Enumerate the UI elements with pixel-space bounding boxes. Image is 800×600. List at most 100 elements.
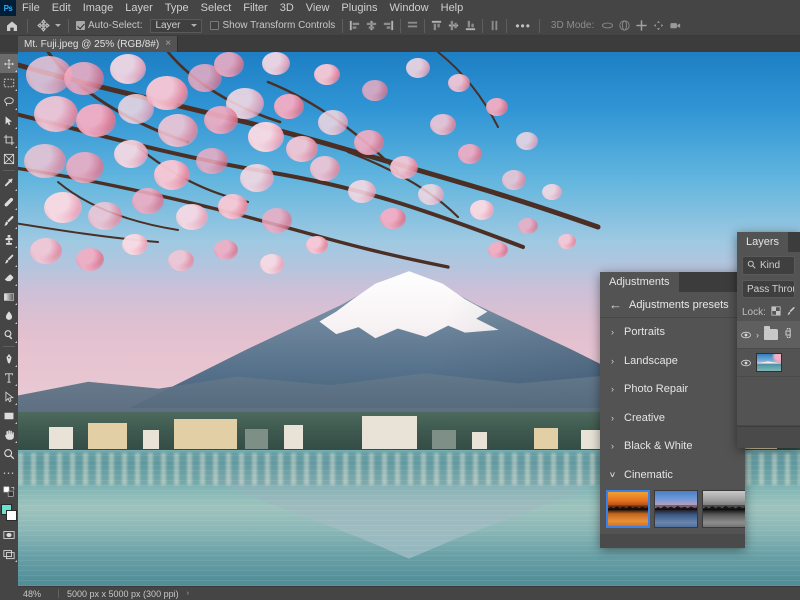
menu-item-file[interactable]: File — [16, 0, 46, 16]
cinematic-preset-3[interactable] — [702, 490, 745, 528]
distribute-vertically-button[interactable] — [486, 18, 503, 34]
menu-item-help[interactable]: Help — [435, 0, 470, 16]
blend-mode-dropdown[interactable]: Pass Through — [742, 280, 795, 298]
menu-item-3d[interactable]: 3D — [274, 0, 300, 16]
layer-thumbnail[interactable] — [756, 353, 782, 372]
path-selection-tool[interactable] — [0, 387, 18, 406]
auto-select-check-icon[interactable] — [76, 21, 85, 30]
auto-select-scope-dropdown[interactable]: Layer — [146, 16, 206, 36]
3d-pan-icon[interactable] — [633, 18, 650, 34]
align-horizontal-centers-button[interactable] — [363, 18, 380, 34]
menu-item-image[interactable]: Image — [77, 0, 120, 16]
adjustments-category-creative[interactable]: › Creative — [600, 404, 745, 433]
auto-select-checkbox[interactable]: Auto-Select: — [72, 16, 146, 36]
blossom-cluster — [24, 144, 66, 179]
cinematic-preset-1[interactable] — [606, 490, 650, 528]
align-left-edges-button[interactable] — [346, 18, 363, 34]
brush-tool[interactable] — [0, 211, 18, 230]
3d-slide-icon[interactable] — [650, 18, 667, 34]
chevron-right-icon[interactable]: › — [609, 356, 616, 366]
color-swatches[interactable] — [0, 503, 18, 525]
gradient-tool[interactable] — [0, 287, 18, 306]
tool-preset-chevron-icon[interactable] — [55, 24, 61, 27]
home-button[interactable] — [0, 16, 24, 36]
status-expand-chevron-icon[interactable]: › — [187, 590, 189, 597]
chevron-right-icon[interactable]: › — [609, 413, 616, 423]
cinematic-preset-2[interactable] — [654, 490, 698, 528]
menu-item-select[interactable]: Select — [195, 0, 238, 16]
options-separator-5 — [424, 18, 426, 33]
chevron-right-icon[interactable]: › — [609, 384, 616, 394]
zoom-level[interactable]: 48% — [18, 589, 58, 599]
menu-item-plugins[interactable]: Plugins — [335, 0, 383, 16]
layer-row[interactable] — [737, 349, 800, 377]
menu-item-filter[interactable]: Filter — [237, 0, 273, 16]
menu-item-layer[interactable]: Layer — [119, 0, 159, 16]
3d-orbit-icon[interactable] — [599, 18, 616, 34]
adjustments-category-black-white[interactable]: › Black & White — [600, 432, 745, 461]
document-tab[interactable]: Mt. Fuji.jpeg @ 25% (RGB/8#) × — [18, 36, 179, 52]
flyout-indicator — [15, 403, 17, 405]
align-right-edges-button[interactable] — [380, 18, 397, 34]
adjustments-presets-header[interactable]: ← Adjustments presets — [600, 292, 745, 318]
back-arrow-icon[interactable]: ← — [609, 298, 622, 311]
screen-mode-button[interactable] — [0, 544, 18, 563]
align-top-edges-button[interactable] — [428, 18, 445, 34]
show-transform-controls-checkbox[interactable]: Show Transform Controls — [206, 16, 339, 36]
adjustments-category-portraits[interactable]: › Portraits — [600, 318, 745, 347]
lock-label: Lock: — [742, 306, 766, 318]
default-colors-button[interactable] — [0, 482, 18, 501]
menu-item-window[interactable]: Window — [384, 0, 435, 16]
eraser-tool[interactable] — [0, 268, 18, 287]
show-transform-check-icon[interactable] — [210, 21, 220, 30]
crop-tool[interactable] — [0, 130, 18, 149]
toolbar-more-icon: ⋯ — [2, 465, 16, 480]
3d-roll-icon[interactable] — [616, 18, 633, 34]
brush-lock-icon[interactable] — [786, 306, 796, 319]
type-tool[interactable] — [0, 368, 18, 387]
layer-row[interactable]: › — [737, 321, 800, 349]
move-tool[interactable] — [0, 54, 18, 73]
eyedropper-tool[interactable] — [0, 173, 18, 192]
blur-tool[interactable] — [0, 306, 18, 325]
eye-icon[interactable] — [741, 359, 751, 367]
adjustments-category-photo-repair[interactable]: › Photo Repair — [600, 375, 745, 404]
clone-stamp-tool[interactable] — [0, 230, 18, 249]
building — [283, 425, 304, 450]
transparency-lock-icon[interactable] — [771, 305, 781, 319]
eye-icon[interactable] — [741, 331, 751, 339]
edit-toolbar-button[interactable]: ⋯ — [0, 463, 18, 482]
object-selection-tool[interactable] — [0, 111, 18, 130]
dodge-tool[interactable] — [0, 325, 18, 344]
chevron-right-icon[interactable]: › — [609, 441, 616, 451]
more-options-button[interactable]: ••• — [510, 20, 536, 32]
zoom-tool[interactable] — [0, 444, 18, 463]
lasso-tool[interactable] — [0, 92, 18, 111]
distribute-horizontally-button[interactable] — [404, 18, 421, 34]
menu-item-view[interactable]: View — [300, 0, 336, 16]
tab-layers[interactable]: Layers — [737, 232, 789, 252]
chevron-down-icon[interactable]: ∨ — [608, 470, 617, 479]
history-brush-tool[interactable] — [0, 249, 18, 268]
tab-adjustments[interactable]: Adjustments — [600, 272, 679, 292]
background-color-swatch[interactable] — [6, 510, 17, 521]
menu-item-type[interactable]: Type — [159, 0, 195, 16]
pen-tool[interactable] — [0, 349, 18, 368]
hand-tool[interactable] — [0, 425, 18, 444]
rectangular-marquee-tool[interactable] — [0, 73, 18, 92]
frame-tool[interactable] — [0, 149, 18, 168]
chevron-right-icon[interactable]: › — [756, 330, 759, 340]
spot-healing-brush-tool[interactable] — [0, 192, 18, 211]
align-bottom-edges-button[interactable] — [462, 18, 479, 34]
link-icon[interactable] — [784, 327, 792, 341]
current-tool-button[interactable] — [31, 16, 65, 36]
chevron-right-icon[interactable]: › — [609, 327, 616, 337]
quick-mask-mode-button[interactable] — [0, 525, 18, 544]
3d-camera-icon[interactable] — [667, 18, 684, 34]
adjustments-category-landscape[interactable]: › Landscape — [600, 347, 745, 376]
menu-item-edit[interactable]: Edit — [46, 0, 77, 16]
align-vertical-centers-button[interactable] — [445, 18, 462, 34]
layer-filter-dropdown[interactable]: Kind — [742, 256, 795, 275]
rectangle-tool[interactable] — [0, 406, 18, 425]
close-icon[interactable]: × — [165, 39, 171, 49]
